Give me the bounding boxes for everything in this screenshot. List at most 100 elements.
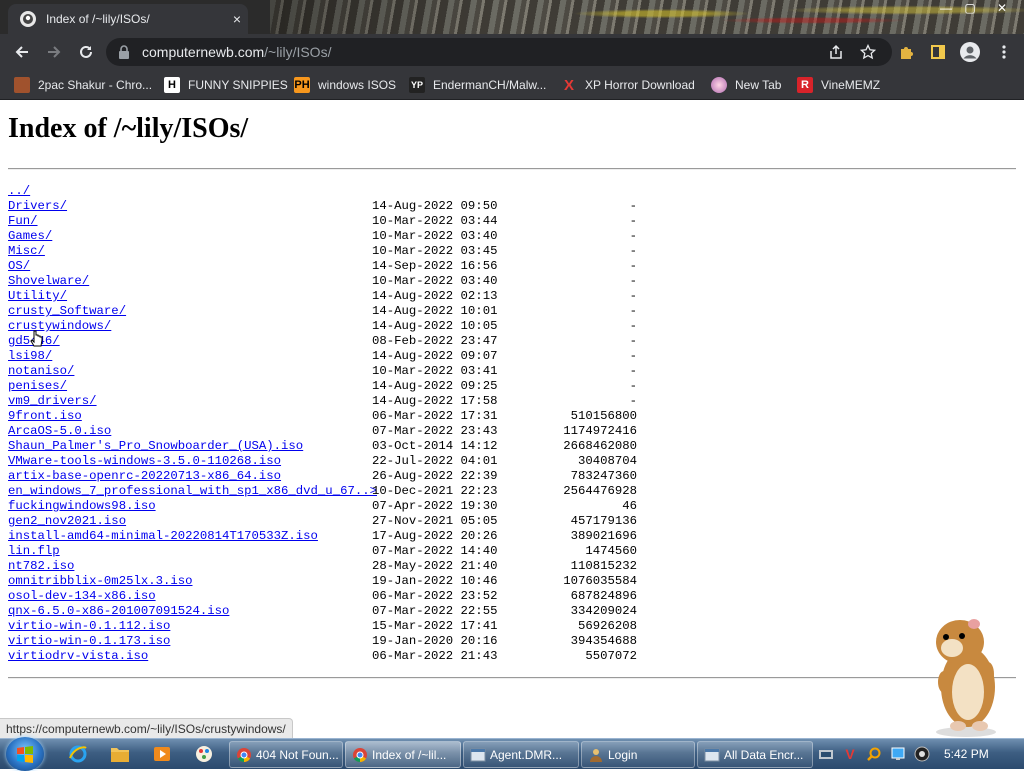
file-link[interactable]: VMware-tools-windows-3.5.0-110268.iso [8, 454, 281, 469]
file-link[interactable]: virtiodrv-vista.iso [8, 649, 148, 664]
file-link[interactable]: ../ [8, 184, 30, 199]
file-link[interactable]: OS/ [8, 259, 30, 274]
file-link[interactable]: en_windows_7_professional_with_sp1_x86_d… [8, 484, 377, 499]
file-explorer-icon[interactable] [109, 743, 131, 765]
file-link[interactable]: virtio-win-0.1.173.iso [8, 634, 170, 649]
reload-button[interactable] [72, 38, 100, 66]
mouse-pointer-icon [30, 330, 43, 347]
profile-avatar[interactable] [956, 38, 984, 66]
bookmark-star-icon[interactable] [856, 40, 880, 64]
tray-network-icon[interactable] [818, 746, 834, 762]
file-link[interactable]: Games/ [8, 229, 52, 244]
file-link[interactable]: Fun/ [8, 214, 38, 229]
bookmark-new-tab[interactable]: New Tab [711, 76, 781, 94]
file-date: 07-Apr-2022 19:30 [372, 499, 498, 513]
file-date: 10-Mar-2022 03:40 [372, 274, 498, 288]
file-link[interactable]: omnitribblix-0m25lx.3.iso [8, 574, 192, 589]
bookmark-vinememz[interactable]: R VineMEMZ [797, 76, 880, 94]
file-link[interactable]: crustywindows/ [8, 319, 111, 334]
arrow-left-icon [15, 46, 28, 58]
file-link[interactable]: 9front.iso [8, 409, 82, 424]
windows-taskbar: 404 Not Foun... Index of /~lil... Agent.DM… [0, 737, 1024, 771]
side-panel-button[interactable] [924, 38, 952, 66]
extensions-button[interactable] [892, 38, 920, 66]
bookmark-label: windows ISOS [318, 78, 397, 92]
file-link[interactable]: Misc/ [8, 244, 45, 259]
file-size: 510156800 [570, 409, 637, 423]
bookmark-favicon-ph-icon: PH [294, 77, 310, 93]
file-link[interactable]: Drivers/ [8, 199, 67, 214]
file-link[interactable]: lsi98/ [8, 349, 52, 364]
file-link[interactable]: fuckingwindows98.iso [8, 499, 156, 514]
start-button[interactable] [6, 737, 44, 771]
file-link[interactable]: Shaun_Palmer's_Pro_Snowboarder_(USA).iso [8, 439, 303, 454]
file-date: 10-Mar-2022 03:44 [372, 214, 498, 228]
maximize-icon[interactable]: ▢ [958, 0, 982, 16]
tray-volume-icon[interactable] [914, 746, 930, 762]
tab-close-icon[interactable]: × [226, 11, 248, 27]
taskbar-task-button[interactable]: Agent.DMR... [463, 741, 579, 768]
tray-v-app-icon[interactable]: V [842, 746, 858, 762]
file-link[interactable]: Utility/ [8, 289, 67, 304]
file-link[interactable]: virtio-win-0.1.112.iso [8, 619, 170, 634]
file-date: 14-Aug-2022 09:50 [372, 199, 498, 213]
bookmark-xp-horror-download[interactable]: X XP Horror Download [561, 76, 695, 94]
file-date: 10-Mar-2022 03:45 [372, 244, 498, 258]
file-link[interactable]: nt782.iso [8, 559, 74, 574]
file-link[interactable]: install-amd64-minimal-20220814T170533Z.i… [8, 529, 318, 544]
file-link[interactable]: notaniso/ [8, 364, 74, 379]
file-size: 1174972416 [563, 424, 637, 438]
window-icon [704, 747, 720, 763]
file-link[interactable]: vm9_drivers/ [8, 394, 97, 409]
file-link[interactable]: artix-base-openrc-20220713-x86_64.iso [8, 469, 281, 484]
back-button[interactable] [8, 38, 36, 66]
bookmark-favicon-2pac-icon [14, 77, 30, 93]
file-link[interactable]: crusty_Software/ [8, 304, 126, 319]
media-player-icon[interactable] [151, 743, 173, 765]
hamster-mascot-image [936, 619, 996, 737]
page-content: Index of /~lily/ISOs/ ../Drivers/14-Aug-… [0, 100, 1024, 740]
internet-explorer-icon[interactable] [67, 743, 89, 765]
file-link[interactable]: ArcaOS-5.0.iso [8, 424, 111, 439]
taskbar-task-button[interactable]: 404 Not Foun... [229, 741, 343, 768]
file-link[interactable]: qnx-6.5.0-x86-201007091524.iso [8, 604, 229, 619]
paint-app-icon[interactable] [193, 743, 215, 765]
file-link[interactable]: lin.flp [8, 544, 60, 559]
minimize-icon[interactable]: — [934, 0, 958, 16]
file-size: 46 [622, 499, 637, 513]
bookmark-2pac-shakur[interactable]: 2pac Shakur - Chro... [14, 76, 152, 94]
file-link[interactable]: gen2_nov2021.iso [8, 514, 126, 529]
file-date: 14-Aug-2022 02:13 [372, 289, 498, 303]
bookmark-endermanch-malware[interactable]: YP EndermanCH/Malw... [409, 76, 546, 94]
tray-display-icon[interactable] [890, 746, 906, 762]
taskbar-clock[interactable]: 5:42 PM [944, 747, 989, 761]
bookmark-label: XP Horror Download [585, 78, 695, 92]
file-link[interactable]: osol-dev-134-x86.iso [8, 589, 156, 604]
tab-index-of-isos[interactable]: Index of /~lily/ISOs/ × [8, 4, 248, 34]
bookmark-label: New Tab [735, 78, 782, 92]
taskbar-task-button[interactable]: Login [581, 741, 695, 768]
bookmark-funny-snippies[interactable]: H FUNNY SNIPPIES [164, 76, 288, 94]
menu-button[interactable] [990, 38, 1018, 66]
tab-strip: Index of /~lily/ISOs/ × — ▢ ✕ [0, 0, 1024, 34]
tray-search-icon[interactable] [866, 746, 882, 762]
file-size: 334209024 [570, 604, 637, 618]
file-link[interactable]: Shovelware/ [8, 274, 89, 289]
divider-bottom [8, 677, 1016, 679]
file-date: 07-Mar-2022 23:43 [372, 424, 498, 438]
forward-button[interactable] [40, 38, 68, 66]
taskbar-task-button[interactable]: Index of /~lil... [345, 741, 461, 768]
file-size: 30408704 [577, 454, 637, 468]
taskbar-task-button[interactable]: All Data Encr... [697, 741, 813, 768]
page-title: Index of /~lily/ISOs/ [8, 113, 249, 144]
window-icon [470, 747, 486, 763]
file-size: - [629, 349, 637, 363]
side-panel-icon [931, 45, 945, 59]
file-date: 14-Sep-2022 16:56 [372, 259, 498, 273]
share-icon[interactable] [824, 40, 848, 64]
bookmark-windows-isos[interactable]: PH windows ISOS [294, 76, 396, 94]
file-link[interactable]: penises/ [8, 379, 67, 394]
close-window-icon[interactable]: ✕ [990, 0, 1014, 16]
address-bar[interactable]: computernewb.com/~lily/ISOs/ [106, 38, 892, 66]
bookmark-favicon-h-icon: H [164, 77, 180, 93]
